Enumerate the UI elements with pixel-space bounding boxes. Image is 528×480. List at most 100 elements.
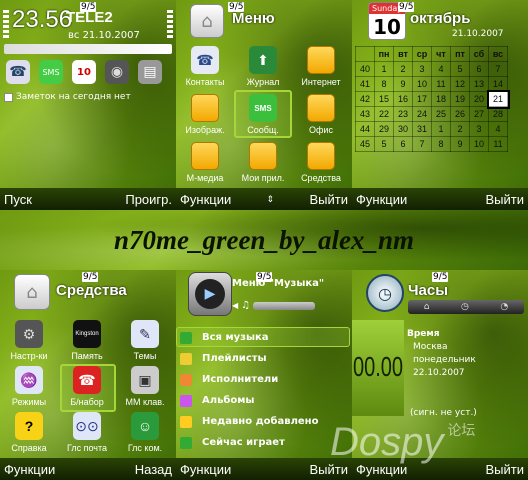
calendar-day-cell[interactable]: 23 bbox=[393, 106, 413, 122]
calendar-day-cell[interactable]: 9 bbox=[450, 136, 470, 152]
calendar-day-cell[interactable]: 10 bbox=[469, 136, 489, 152]
calendar-day-cell[interactable]: 6 bbox=[393, 136, 413, 152]
calendar-day-cell[interactable]: 10 bbox=[412, 76, 432, 92]
calendar-day-cell[interactable]: 7 bbox=[412, 136, 432, 152]
calendar-day-cell[interactable]: 24 bbox=[412, 106, 432, 122]
themes-icon: ✎ bbox=[131, 320, 159, 348]
volume-bar[interactable] bbox=[253, 301, 316, 310]
calendar-day-cell[interactable]: 3 bbox=[412, 61, 432, 77]
calendar-day-cell[interactable]: 1 bbox=[431, 121, 451, 137]
right-softkey[interactable]: Выйти bbox=[486, 192, 525, 207]
calendar-day-cell[interactable]: 12 bbox=[450, 76, 470, 92]
right-softkey[interactable]: Выйти bbox=[310, 192, 349, 207]
tools-item-profiles[interactable]: ♒ Режимы bbox=[0, 366, 58, 407]
menu-item-log[interactable]: ⬆ Журнал bbox=[234, 46, 292, 87]
menu-item-tools[interactable]: Средства bbox=[292, 142, 350, 183]
list-item[interactable]: Альбомы bbox=[176, 390, 352, 411]
volume-down-icon[interactable]: ◀ bbox=[232, 301, 238, 310]
calendar-day-cell[interactable]: 16 bbox=[393, 91, 413, 107]
calendar-day-cell[interactable]: 7 bbox=[488, 61, 508, 77]
calendar-day-cell[interactable]: 28 bbox=[488, 106, 508, 122]
calendar-icon[interactable]: 10 bbox=[72, 60, 96, 84]
calendar-weekday-header: вс bbox=[488, 46, 508, 62]
list-item[interactable]: Плейлисты bbox=[176, 348, 352, 369]
calendar-day-cell[interactable]: 6 bbox=[469, 61, 489, 77]
tools-item-voice-cmd[interactable]: ☺ Глс ком. bbox=[116, 412, 174, 453]
calendar-day-cell[interactable]: 15 bbox=[374, 91, 394, 107]
calendar-day-cell[interactable]: 8 bbox=[374, 76, 394, 92]
list-item[interactable]: Исполнители bbox=[176, 369, 352, 390]
tools-item-mm-key[interactable]: ▣ ММ клав. bbox=[116, 366, 174, 407]
calendar-day-cell[interactable]: 4 bbox=[431, 61, 451, 77]
menu-item-office[interactable]: Офис bbox=[292, 94, 350, 135]
calendar-day-cell[interactable]: 5 bbox=[450, 61, 470, 77]
calendar-day-cell[interactable]: 29 bbox=[374, 121, 394, 137]
page-title: октябрь bbox=[410, 10, 471, 27]
calendar-day-cell[interactable]: 13 bbox=[469, 76, 489, 92]
calendar-day-cell[interactable]: 3 bbox=[469, 121, 489, 137]
calendar-grid: пн вт ср чт пт сб вс 40 1 2 3 4 5 6 7 41 8 9 10 11 12 13 14 42 1… bbox=[355, 46, 510, 152]
calendar-day-cell[interactable]: 25 bbox=[431, 106, 451, 122]
calendar-day-cell[interactable]: 4 bbox=[488, 121, 508, 137]
menu-item-messaging[interactable]: SMS Сообщ. bbox=[234, 94, 292, 135]
tools-item-voice-mail[interactable]: ⊙⊙ Глс почта bbox=[58, 412, 116, 453]
menu-item-media[interactable]: М-медиа bbox=[176, 142, 234, 183]
menu-item-internet[interactable]: Интернет bbox=[292, 46, 350, 87]
play-button-icon[interactable]: ▶ bbox=[188, 272, 232, 316]
list-item[interactable]: Недавно добавлено bbox=[176, 411, 352, 432]
right-softkey[interactable]: Назад bbox=[135, 462, 172, 477]
list-item[interactable]: Вся музыка bbox=[176, 327, 352, 348]
left-softkey[interactable]: Функции bbox=[356, 192, 407, 207]
home-tab-icon[interactable]: ⌂ bbox=[424, 302, 430, 312]
calendar-week-number: 43 bbox=[355, 106, 375, 122]
calendar-day-cell[interactable]: 11 bbox=[431, 76, 451, 92]
messaging-icon[interactable]: SMS bbox=[39, 60, 63, 84]
tools-item-themes[interactable]: ✎ Темы bbox=[116, 320, 174, 361]
calendar-day-cell[interactable]: 14 bbox=[488, 76, 508, 92]
right-softkey[interactable]: Проигр. bbox=[125, 192, 172, 207]
artist-icon bbox=[180, 373, 192, 386]
clock-app-icon: ◷ bbox=[366, 274, 404, 312]
left-softkey[interactable]: Пуск bbox=[4, 192, 32, 207]
calendar-day-cell[interactable]: 21 bbox=[486, 89, 510, 109]
calendar-day-cell[interactable]: 8 bbox=[431, 136, 451, 152]
right-softkey[interactable]: Выйти bbox=[310, 462, 349, 477]
calendar-day-cell[interactable]: 27 bbox=[469, 106, 489, 122]
calendar-day-cell[interactable]: 2 bbox=[450, 121, 470, 137]
tab-bar[interactable]: ⌂ ◷ ◔ bbox=[408, 300, 524, 314]
calendar-day-cell[interactable]: 1 bbox=[374, 61, 394, 77]
calendar-day-cell[interactable]: 26 bbox=[450, 106, 470, 122]
printer-icon[interactable]: ▤ bbox=[138, 60, 162, 84]
left-softkey[interactable]: Функции bbox=[180, 192, 231, 207]
calendar-day-cell[interactable]: 2 bbox=[393, 61, 413, 77]
menu-item-apps[interactable]: Мои прил. bbox=[234, 142, 292, 183]
left-softkey[interactable]: Функции bbox=[356, 462, 407, 477]
camera-icon[interactable]: ◉ bbox=[105, 60, 129, 84]
calendar-day-cell[interactable]: 5 bbox=[374, 136, 394, 152]
calendar-weekday-header bbox=[355, 46, 375, 62]
right-softkey[interactable]: Выйти bbox=[486, 462, 525, 477]
menu-item-images[interactable]: Изображ. bbox=[176, 94, 234, 135]
calendar-day-cell[interactable]: 9 bbox=[393, 76, 413, 92]
volume-control[interactable]: ◀ ♫ bbox=[232, 300, 316, 311]
calendar-week-number: 45 bbox=[355, 136, 375, 152]
alarm-tab-icon[interactable]: ◷ bbox=[461, 302, 469, 312]
calendar-day-cell[interactable]: 11 bbox=[488, 136, 508, 152]
contacts-icon[interactable]: ☎ bbox=[6, 60, 30, 84]
tools-item-settings[interactable]: ⚙ Настр-ки bbox=[0, 320, 58, 361]
list-item[interactable]: Сейчас играет bbox=[176, 432, 352, 453]
tools-item-memory[interactable]: Kingston Память bbox=[58, 320, 116, 361]
calendar-day-cell[interactable]: 19 bbox=[450, 91, 470, 107]
calendar-day-cell[interactable]: 20 bbox=[469, 91, 489, 107]
left-softkey[interactable]: Функции bbox=[180, 462, 231, 477]
tools-item-help[interactable]: ? Справка bbox=[0, 412, 58, 453]
menu-item-contacts[interactable]: ☎ Контакты bbox=[176, 46, 234, 87]
left-softkey[interactable]: Функции bbox=[4, 462, 55, 477]
tools-item-speed-dial[interactable]: ☎ Б/набор bbox=[58, 366, 116, 407]
calendar-day-cell[interactable]: 31 bbox=[412, 121, 432, 137]
calendar-day-cell[interactable]: 30 bbox=[393, 121, 413, 137]
world-tab-icon[interactable]: ◔ bbox=[500, 302, 508, 312]
calendar-day-cell[interactable]: 18 bbox=[431, 91, 451, 107]
calendar-day-cell[interactable]: 22 bbox=[374, 106, 394, 122]
calendar-day-cell[interactable]: 17 bbox=[412, 91, 432, 107]
